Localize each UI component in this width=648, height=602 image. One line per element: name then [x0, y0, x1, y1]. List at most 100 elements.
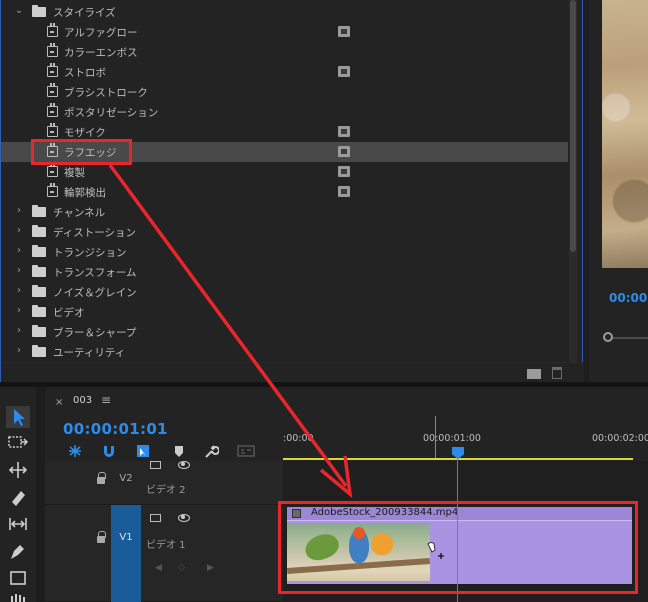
effect-folder-item[interactable]: › ビデオ — [1, 302, 568, 322]
captions-button[interactable] — [237, 443, 255, 457]
effect-item[interactable]: 輪郭検出 — [1, 182, 568, 202]
program-monitor-timecode[interactable]: 00:00 — [609, 291, 647, 305]
accelerated-effect-icon — [338, 66, 350, 77]
razor-icon — [12, 491, 25, 506]
effect-label: ブラー＆シャープ — [53, 327, 137, 339]
eye-icon[interactable] — [178, 461, 190, 469]
hand-icon — [11, 594, 25, 602]
clip-title-bar: AdobeStock_200933844.mp4 — [287, 507, 632, 521]
track-id-v2[interactable]: V2 — [111, 473, 141, 484]
nest-sequence-button[interactable] — [67, 443, 83, 457]
sequence-tab-menu-icon[interactable]: ≡ — [101, 393, 111, 407]
hand-tool-button[interactable] — [6, 592, 30, 602]
add-marker-button[interactable] — [171, 443, 187, 457]
camera-icon[interactable] — [150, 461, 161, 469]
effect-folder-item[interactable]: › ブラー＆シャープ — [1, 322, 568, 342]
sequence-tab-close-icon[interactable]: × — [55, 397, 63, 408]
chevron-right-icon[interactable]: › — [14, 225, 24, 236]
next-keyframe-icon[interactable]: ▶ — [207, 563, 214, 573]
previous-keyframe-icon[interactable]: ◀ — [155, 563, 162, 573]
effect-item[interactable]: ブラシストローク — [1, 82, 568, 102]
effects-scrollbar-thumb[interactable] — [570, 0, 576, 252]
folder-icon — [32, 305, 46, 317]
pen-tool-button[interactable] — [6, 540, 30, 562]
time-ruler[interactable]: :00:00 00:00:01:00 00:00:02:00 — [283, 426, 648, 456]
track-id-v1[interactable]: V1 — [111, 532, 141, 543]
ruler-label-0: :00:00 — [283, 433, 314, 444]
chevron-right-icon[interactable]: › — [14, 245, 24, 256]
chevron-right-icon[interactable]: › — [14, 305, 24, 316]
ruler-label-2: 00:00:02:00 — [592, 433, 648, 444]
ruler-hover-line — [435, 416, 436, 460]
effect-folder-item[interactable]: › チャンネル — [1, 202, 568, 222]
fx-icon — [47, 123, 58, 137]
effect-item[interactable]: ラフエッジ — [1, 142, 568, 162]
chevron-right-icon[interactable]: › — [14, 345, 24, 356]
eye-icon[interactable] — [178, 514, 190, 522]
effect-folder-item[interactable]: › ディストーション — [1, 222, 568, 242]
accelerated-effect-icon — [338, 146, 350, 157]
effect-label: 複製 — [64, 167, 85, 179]
nest-sequence-icon — [69, 445, 81, 457]
effect-item[interactable]: アルファグロー — [1, 22, 568, 42]
program-monitor-video-frame — [602, 0, 648, 268]
timeline-settings-button[interactable] — [203, 443, 220, 458]
effect-item[interactable]: モザイク — [1, 122, 568, 142]
sequence-tab[interactable]: 003 — [73, 395, 92, 406]
fx-icon — [47, 163, 58, 177]
lock-icon[interactable] — [97, 472, 106, 484]
effect-label: スタイライズ — [53, 7, 116, 19]
clip-thumbnail — [287, 523, 430, 581]
chevron-down-icon[interactable]: ⌄ — [14, 5, 24, 16]
ripple-edit-tool-button[interactable] — [6, 459, 30, 481]
accelerated-effect-icon — [338, 166, 350, 177]
folder-icon — [32, 5, 46, 17]
effect-folder-item[interactable]: › トランジション — [1, 242, 568, 262]
track-header-v2[interactable]: V2 ビデオ 2 — [45, 461, 283, 505]
chevron-right-icon[interactable]: › — [14, 325, 24, 336]
effect-item[interactable]: カラーエンボス — [1, 42, 568, 62]
video-clip[interactable]: AdobeStock_200933844.mp4 — [287, 507, 632, 584]
tools-panel — [0, 387, 36, 602]
track-select-tool-button[interactable] — [6, 432, 30, 454]
effect-item[interactable]: ストロボ — [1, 62, 568, 82]
playhead-line[interactable] — [457, 455, 458, 602]
effect-item[interactable]: ポスタリゼーション — [1, 102, 568, 122]
pen-icon — [11, 545, 24, 559]
effect-folder-item[interactable]: › トランスフォーム — [1, 262, 568, 282]
add-keyframe-icon[interactable]: ◇ — [178, 563, 185, 573]
timeline-timecode[interactable]: 00:00:01:01 — [63, 420, 168, 438]
effect-label: ストロボ — [64, 67, 106, 79]
chevron-right-icon[interactable]: › — [14, 285, 24, 296]
track-lane-v2[interactable] — [283, 461, 648, 505]
effect-label: カラーエンボス — [64, 47, 138, 59]
chevron-right-icon[interactable]: › — [14, 205, 24, 216]
chevron-right-icon[interactable]: › — [14, 265, 24, 276]
trash-icon[interactable] — [552, 367, 562, 379]
folder-icon — [32, 265, 46, 277]
selection-tool-button[interactable] — [6, 406, 30, 428]
folder-icon — [32, 325, 46, 337]
effects-panel: ⌄ スタイライズアルファグロー カラーエンボス ストロボブラシストローク ポスタリゼーシ… — [0, 0, 584, 382]
track-target-v1[interactable] — [111, 505, 141, 602]
razor-tool-button[interactable] — [6, 486, 30, 508]
effect-folder-item[interactable]: › ユーティリティ — [1, 342, 568, 362]
effect-folder-item[interactable]: ⌄ スタイライズ — [1, 2, 568, 22]
new-bin-folder-icon[interactable] — [527, 369, 541, 379]
program-monitor-playhead-knob[interactable] — [603, 332, 613, 342]
track-header-v1[interactable]: ビデオ 1 ◀ ◇ ▶ — [45, 505, 283, 602]
snap-button[interactable] — [101, 443, 117, 457]
slip-tool-button[interactable] — [6, 513, 30, 535]
effect-label: チャンネル — [53, 207, 106, 219]
captions-icon — [237, 445, 255, 457]
linked-selection-button[interactable] — [135, 443, 151, 457]
timeline-panel: × 003 ≡ 00:00:01:01 :00:00 00:00:01:00 0… — [45, 387, 648, 602]
effect-folder-item[interactable]: › ノイズ＆グレイン — [1, 282, 568, 302]
add-marker-icon — [175, 446, 183, 457]
effect-label: アルファグロー — [64, 27, 138, 39]
effect-item[interactable]: 複製 — [1, 162, 568, 182]
camera-icon[interactable] — [150, 514, 161, 522]
rectangle-tool-button[interactable] — [6, 567, 30, 589]
lock-icon[interactable] — [97, 531, 106, 543]
effect-label: ユーティリティ — [53, 347, 126, 359]
